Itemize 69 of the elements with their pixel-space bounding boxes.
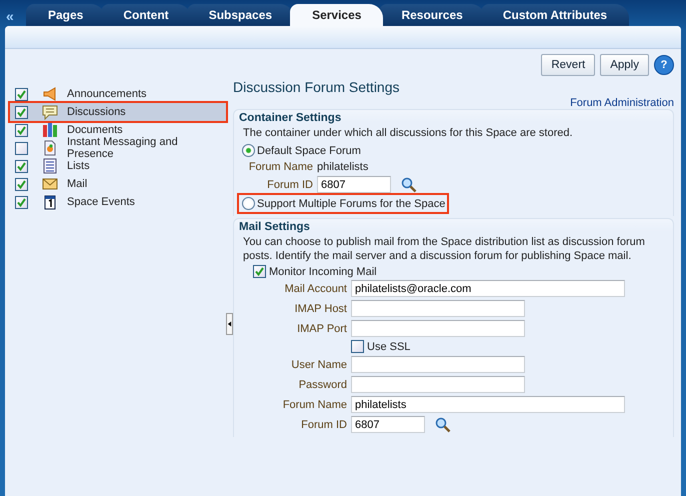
field-label: Forum ID	[300, 418, 347, 430]
calendar-icon	[42, 194, 58, 210]
service-label: Discussions	[67, 106, 126, 118]
radio-button[interactable]	[242, 197, 255, 210]
service-item[interactable]: Announcements	[10, 85, 226, 103]
field-value: philatelists	[317, 161, 370, 173]
checkbox-label: Monitor Incoming Mail	[269, 266, 377, 278]
section-description: You can choose to publish mail from the Space distribution list as discussion forum posts. Identify the mail server and a discussion forum for publishing Space mail.	[242, 235, 646, 263]
input-field[interactable]: 6807	[317, 176, 391, 193]
collapse-icon[interactable]: «	[6, 6, 26, 26]
checkbox[interactable]	[15, 88, 28, 100]
radio-label: Support Multiple Forums for the Space	[257, 198, 446, 210]
section-description: The container under which all discussions for this Space are stored.	[242, 126, 574, 140]
service-label: Space Events	[67, 196, 135, 208]
radio-option[interactable]: Support Multiple Forums for the Space	[239, 195, 448, 212]
checkbox-label: Use SSL	[367, 340, 410, 352]
field-label: IMAP Host	[294, 302, 347, 314]
checkbox[interactable]	[15, 178, 28, 190]
revert-button[interactable]: Revert	[541, 54, 596, 76]
field-label: IMAP Port	[296, 322, 347, 334]
splitter-handle[interactable]	[226, 312, 233, 334]
search-icon[interactable]	[401, 176, 417, 192]
speech-bubble-icon	[42, 104, 58, 120]
section-heading: Container Settings	[239, 112, 342, 124]
service-label: Documents	[67, 124, 123, 136]
checkbox[interactable]	[15, 142, 28, 154]
checkbox[interactable]	[15, 106, 28, 118]
service-label: Mail	[67, 178, 88, 190]
document-person-icon	[42, 140, 58, 156]
input-field[interactable]	[351, 320, 525, 337]
field-label: Forum Name	[248, 161, 313, 173]
books-icon	[42, 122, 58, 138]
field-label: User Name	[290, 358, 347, 370]
list-icon	[42, 158, 58, 174]
service-label: Instant Messaging and Presence	[67, 136, 179, 160]
radio-button[interactable]	[242, 144, 255, 157]
service-item[interactable]: Lists	[10, 157, 226, 175]
field-label: Password	[298, 378, 347, 390]
envelope-icon	[42, 176, 58, 192]
checkbox[interactable]	[15, 196, 28, 208]
checkbox[interactable]	[15, 124, 28, 136]
apply-button[interactable]: Apply	[600, 54, 649, 76]
service-label: Announcements	[67, 88, 146, 100]
field-label: Forum Name	[282, 398, 347, 410]
checkbox[interactable]	[15, 160, 28, 172]
service-item[interactable]: Mail	[10, 175, 226, 193]
tab[interactable]: Custom Attributes	[480, 4, 630, 26]
service-label: Lists	[67, 160, 90, 172]
tab[interactable]: Services	[290, 4, 384, 26]
service-item[interactable]: Instant Messaging and Presence	[10, 139, 226, 157]
forum-administration-link[interactable]: Forum Administration	[570, 97, 674, 109]
radio-option[interactable]: Default Space Forum	[239, 142, 363, 159]
service-item[interactable]: Discussions	[10, 103, 226, 121]
field-label: Forum ID	[266, 178, 313, 190]
field-label: Mail Account	[284, 282, 347, 294]
input-field[interactable]	[351, 376, 525, 393]
help-icon[interactable]: ?	[654, 55, 674, 75]
radio-label: Default Space Forum	[257, 144, 361, 156]
input-field[interactable]	[351, 300, 525, 317]
input-field[interactable]: philatelists	[351, 396, 625, 413]
checkbox[interactable]	[351, 340, 364, 353]
input-field[interactable]: philatelists@oracle.com	[351, 280, 625, 297]
input-field[interactable]	[351, 356, 525, 373]
service-item[interactable]: Space Events	[10, 193, 226, 211]
section-heading: Mail Settings	[239, 221, 311, 233]
search-icon[interactable]	[435, 416, 451, 432]
input-field[interactable]: 6807	[351, 416, 425, 433]
page-title: Discussion Forum Settings	[233, 79, 401, 95]
checkbox[interactable]	[253, 265, 266, 278]
